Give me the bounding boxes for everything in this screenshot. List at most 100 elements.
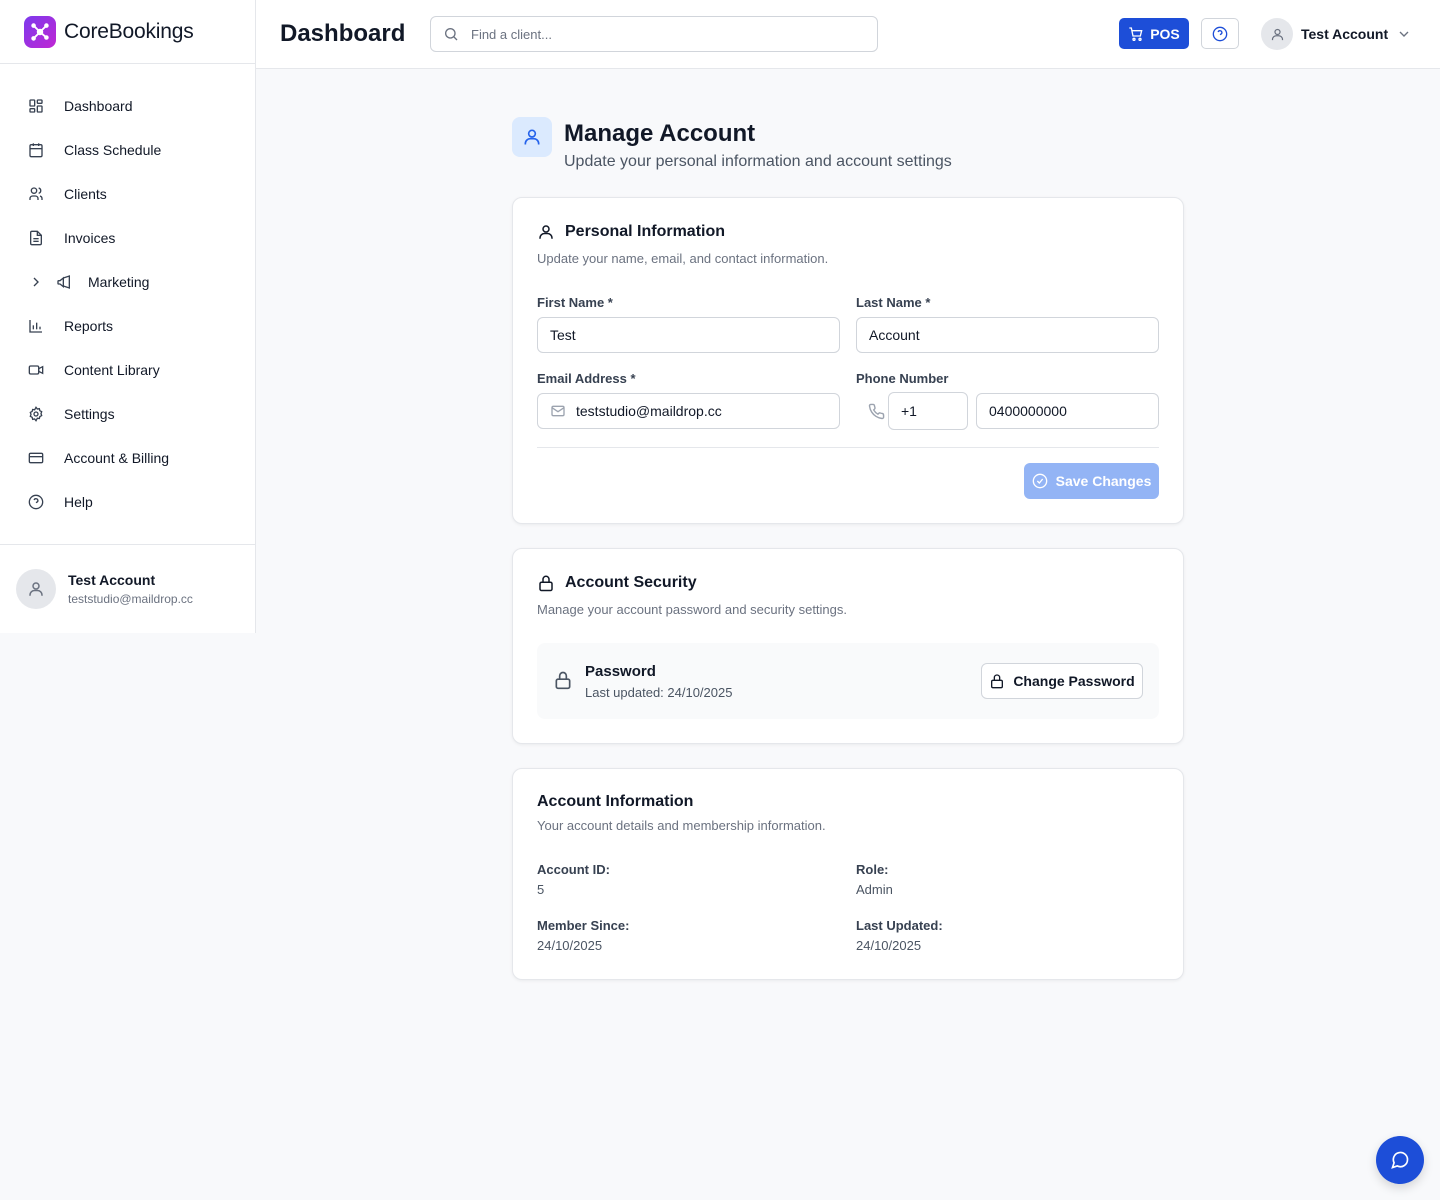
- dashboard-grid-icon: [29, 99, 43, 113]
- last-name-label: Last Name *: [856, 295, 931, 310]
- last-name-field[interactable]: [856, 317, 1159, 353]
- card-description: Update your name, email, and contact inf…: [537, 251, 829, 266]
- sidebar-item-invoices[interactable]: Invoices: [0, 216, 255, 260]
- top-header: Dashboard POS Test Account: [256, 0, 1440, 69]
- sidebar-item-label: Invoices: [64, 230, 116, 246]
- sidebar-nav: Dashboard Class Schedule Clients Invoice…: [0, 64, 255, 524]
- role-value: Admin: [856, 882, 893, 897]
- change-password-button[interactable]: Change Password: [981, 663, 1143, 699]
- phone-field[interactable]: [976, 393, 1159, 429]
- lock-icon: [991, 674, 1004, 689]
- sidebar-item-label: Settings: [64, 406, 115, 422]
- first-name-label: First Name *: [537, 295, 613, 310]
- chat-button[interactable]: [1376, 1136, 1424, 1184]
- personal-information-card: Personal Information Update your name, e…: [512, 197, 1184, 524]
- search-icon: [445, 28, 458, 41]
- sidebar-item-marketing[interactable]: Marketing: [0, 260, 255, 304]
- megaphone-icon: [57, 275, 70, 289]
- password-last-updated: Last updated: 24/10/2025: [585, 685, 733, 700]
- divider: [537, 447, 1159, 448]
- calendar-icon: [29, 143, 43, 158]
- card-title-label: Personal Information: [565, 223, 726, 240]
- user-icon: [1271, 28, 1283, 40]
- help-circle-icon: [28, 494, 44, 510]
- sidebar-item-label: Clients: [64, 186, 107, 202]
- sidebar-item-settings[interactable]: Settings: [0, 392, 255, 436]
- sidebar-user-email: teststudio@maildrop.cc: [68, 592, 193, 606]
- email-input[interactable]: [576, 403, 839, 419]
- sidebar-user-name: Test Account: [68, 572, 156, 588]
- help-button[interactable]: [1201, 18, 1239, 49]
- first-name-field[interactable]: [537, 317, 840, 353]
- country-code-field[interactable]: [888, 392, 968, 430]
- chevron-right-icon[interactable]: [28, 274, 44, 290]
- chat-bubble-icon: [1391, 1151, 1409, 1169]
- page-subtitle: Update your personal information and acc…: [564, 153, 952, 170]
- search-box[interactable]: [430, 16, 878, 52]
- brand-logo-icon: [24, 15, 56, 48]
- sidebar-item-class-schedule[interactable]: Class Schedule: [0, 128, 255, 172]
- sidebar-item-account-billing[interactable]: Account & Billing: [0, 436, 255, 480]
- account-id-value: 5: [537, 882, 545, 897]
- search-input[interactable]: [471, 26, 851, 42]
- sidebar-user[interactable]: Test Account teststudio@maildrop.cc: [0, 544, 255, 633]
- sidebar-item-label: Help: [64, 494, 93, 510]
- sidebar-item-clients[interactable]: Clients: [0, 172, 255, 216]
- card-title-label: Account Information: [537, 793, 694, 810]
- sidebar-item-label: Reports: [64, 318, 114, 334]
- member-since-label: Member Since:: [537, 918, 630, 933]
- sidebar-item-label: Class Schedule: [64, 142, 162, 158]
- video-icon: [28, 365, 44, 375]
- sidebar: CoreBookings Dashboard Class Schedule Cl…: [0, 0, 256, 633]
- phone-label: Phone Number: [856, 371, 949, 386]
- account-information-card: Account Information Your account details…: [512, 768, 1184, 980]
- pos-button-label: POS: [1150, 25, 1180, 42]
- country-code-input[interactable]: [901, 403, 967, 419]
- password-row: Password Last updated: 24/10/2025 Change…: [537, 643, 1159, 719]
- user-icon: [29, 582, 43, 596]
- brand-name: CoreBookings: [64, 19, 194, 43]
- sidebar-item-label: Content Library: [64, 362, 160, 378]
- account-menu[interactable]: Test Account: [1261, 18, 1412, 50]
- card-title: Personal Information: [537, 223, 725, 241]
- user-icon: [539, 225, 553, 239]
- sidebar-item-label: Marketing: [88, 274, 150, 290]
- sidebar-item-dashboard[interactable]: Dashboard: [0, 84, 255, 128]
- avatar: [16, 569, 56, 609]
- save-changes-label: Save Changes: [1055, 473, 1152, 489]
- page-title: Manage Account: [564, 120, 756, 147]
- phone-icon: [868, 403, 885, 420]
- save-changes-button[interactable]: Save Changes: [1024, 463, 1159, 499]
- sidebar-item-reports[interactable]: Reports: [0, 304, 255, 348]
- sidebar-item-label: Account & Billing: [64, 450, 170, 466]
- last-name-input[interactable]: [869, 327, 1158, 343]
- gear-icon: [29, 406, 43, 422]
- user-icon: [512, 117, 552, 157]
- card-title: Account Security: [537, 574, 697, 592]
- users-icon: [29, 187, 43, 200]
- card-description: Your account details and membership info…: [537, 818, 826, 833]
- phone-input[interactable]: [989, 403, 1158, 419]
- pos-button[interactable]: POS: [1119, 18, 1189, 49]
- brand[interactable]: CoreBookings: [0, 0, 255, 64]
- help-circle-icon: [1212, 26, 1228, 41]
- document-icon: [30, 230, 42, 246]
- card-title: Account Information: [537, 793, 693, 811]
- role-label: Role:: [856, 862, 889, 877]
- account-menu-label: Test Account: [1301, 26, 1389, 42]
- header-title: Dashboard: [280, 20, 406, 47]
- mail-icon: [551, 405, 565, 417]
- lock-icon: [539, 575, 553, 592]
- sidebar-item-content-library[interactable]: Content Library: [0, 348, 255, 392]
- credit-card-icon: [28, 452, 44, 464]
- lock-icon: [555, 671, 571, 690]
- account-id-label: Account ID:: [537, 862, 610, 877]
- password-title: Password: [585, 663, 656, 680]
- check-circle-icon: [1032, 473, 1047, 489]
- sidebar-item-help[interactable]: Help: [0, 480, 255, 524]
- first-name-input[interactable]: [550, 327, 839, 343]
- account-security-card: Account Security Manage your account pas…: [512, 548, 1184, 744]
- email-field[interactable]: [537, 393, 840, 429]
- member-since-value: 24/10/2025: [537, 938, 603, 953]
- change-password-label: Change Password: [1013, 673, 1135, 689]
